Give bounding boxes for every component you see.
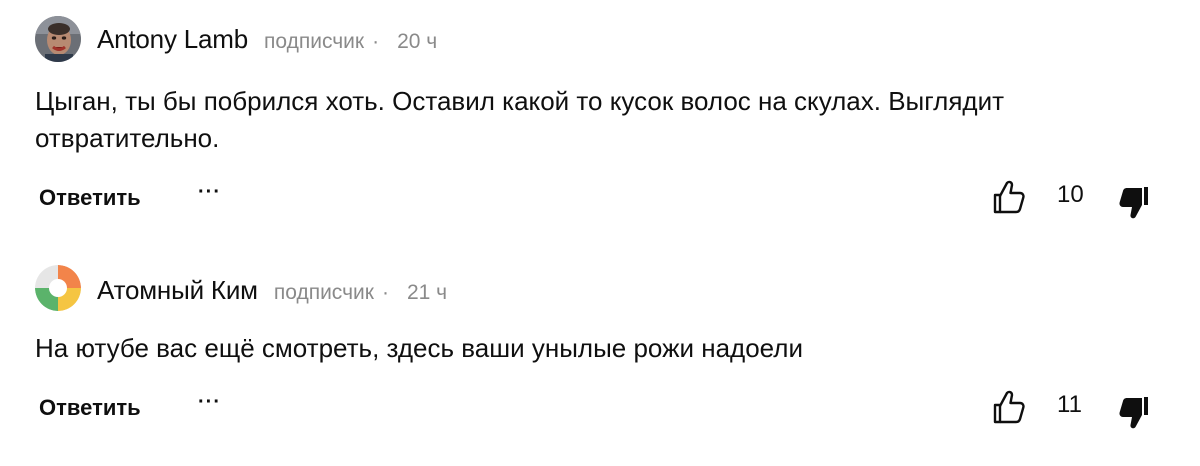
comment: Antony Lamb подписчик · 20 ч Цыган, ты б…: [0, 0, 1200, 240]
like-button[interactable]: [992, 179, 1026, 215]
separator: ·: [381, 281, 389, 304]
reply-button[interactable]: Ответить: [39, 395, 141, 421]
comment-actions: Ответить ··· 10: [0, 177, 1200, 221]
comment: Атомный Ким подписчик · 21 ч На ютубе ва…: [0, 240, 1200, 466]
subscriber-badge: подписчик: [264, 30, 365, 53]
like-count: 11: [1057, 391, 1082, 418]
avatar[interactable]: [35, 16, 81, 62]
timestamp[interactable]: 21 ч: [407, 281, 447, 305]
comment-text: На ютубе вас ещё смотреть, здесь ваши ун…: [35, 333, 803, 363]
thumbs-down-icon: [1119, 397, 1148, 429]
comment-actions: Ответить ··· 11: [0, 387, 1200, 431]
thumbs-up-icon: [993, 390, 1025, 424]
more-options-button[interactable]: ···: [198, 391, 221, 414]
like-button[interactable]: [992, 389, 1026, 425]
dislike-button[interactable]: [1117, 395, 1153, 431]
thumbs-down-icon: [1119, 187, 1148, 219]
more-options-button[interactable]: ···: [198, 181, 221, 204]
comment-header: Атомный Ким подписчик · 21 ч: [97, 275, 447, 306]
separator: ·: [372, 30, 380, 53]
reply-button[interactable]: Ответить: [39, 185, 141, 211]
comment-text: Цыган, ты бы побрился хоть. Оставил како…: [35, 86, 1005, 153]
subscriber-badge: подписчик: [273, 281, 374, 304]
avatar[interactable]: [35, 265, 81, 311]
dislike-button[interactable]: [1117, 185, 1153, 221]
comment-header: Antony Lamb подписчик · 20 ч: [97, 24, 437, 55]
four-color-pinwheel-avatar-icon: [35, 265, 81, 311]
like-count: 10: [1057, 181, 1084, 208]
photo-avatar-icon: [35, 16, 81, 62]
thumbs-up-icon: [993, 180, 1025, 214]
timestamp[interactable]: 20 ч: [397, 30, 437, 54]
author-name[interactable]: Antony Lamb: [97, 24, 248, 55]
author-name[interactable]: Атомный Ким: [97, 275, 258, 306]
